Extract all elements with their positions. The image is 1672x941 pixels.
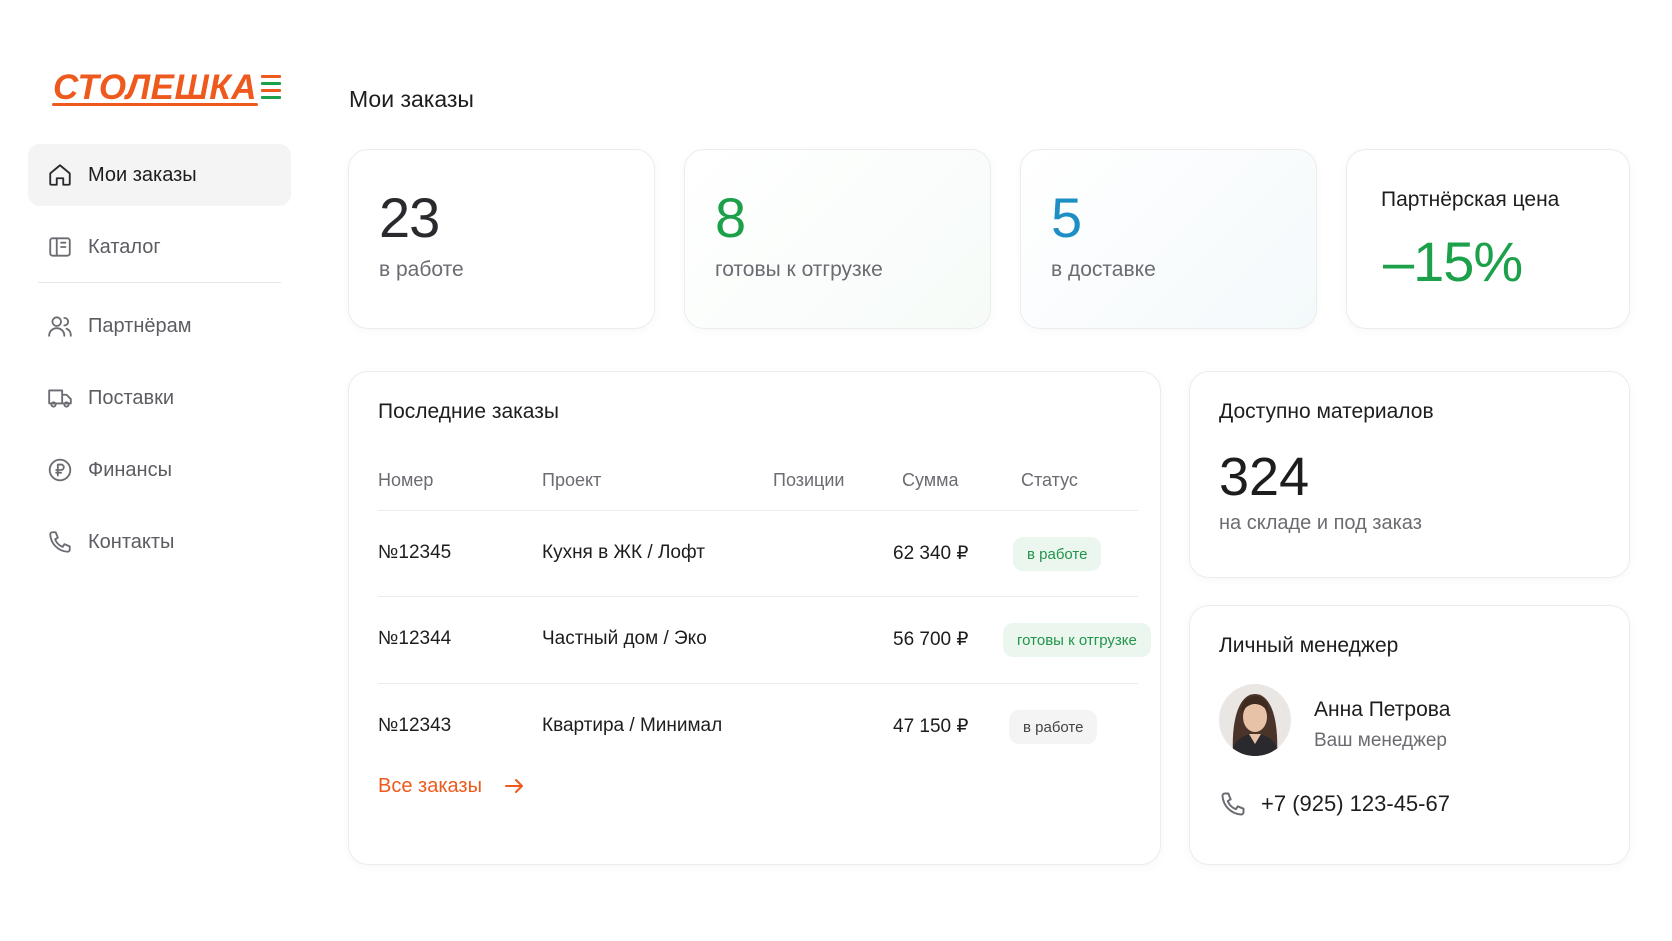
logo-bar — [261, 89, 282, 92]
recent-orders-title: Последние заказы — [378, 400, 559, 423]
sidebar-item-catalog[interactable]: Каталог — [28, 216, 291, 278]
sidebar-item-my-orders[interactable]: Мои заказы — [28, 144, 291, 206]
materials-title: Доступно материалов — [1219, 400, 1434, 423]
column-header-status: Статус — [1021, 470, 1078, 490]
stat-card-ready[interactable]: 8 готовы к отгрузке — [684, 149, 991, 329]
manager-role: Ваш менеджер — [1314, 730, 1447, 751]
manager-title: Личный менеджер — [1219, 634, 1399, 657]
manager-name: Анна Петрова — [1314, 698, 1451, 721]
sidebar-item-label: Финансы — [88, 458, 172, 481]
ruble-icon — [46, 456, 74, 484]
sidebar-item-partners[interactable]: Партнёрам — [28, 295, 291, 357]
manager-phone: +7 (925) 123-45-67 — [1261, 791, 1450, 816]
manager-phone-link[interactable]: +7 (925) 123-45-67 — [1219, 790, 1450, 818]
order-sum: 62 340 ₽ — [893, 543, 969, 564]
logo-bar — [261, 82, 282, 85]
order-project: Частный дом / Эко — [542, 628, 707, 649]
order-sum: 47 150 ₽ — [893, 716, 969, 737]
avatar — [1219, 684, 1291, 756]
order-number: №12344 — [378, 628, 452, 649]
stat-label: в доставке — [1051, 258, 1156, 281]
sidebar-item-label: Контакты — [88, 530, 175, 553]
stat-card-delivery[interactable]: 5 в доставке — [1020, 149, 1317, 329]
column-header-number: Номер — [378, 470, 434, 490]
status-badge: в работе — [1013, 537, 1102, 571]
status-badge: в работе — [1009, 710, 1098, 744]
logo-bars-icon — [261, 75, 282, 99]
phone-icon — [1221, 792, 1245, 816]
brand-name: СТОЛЕШКА — [53, 68, 258, 107]
order-project: Квартира / Минимал — [542, 715, 723, 736]
column-header-project: Проект — [542, 470, 602, 490]
order-project: Кухня в ЖК / Лофт — [542, 542, 705, 563]
recent-orders-card: Последние заказы Номер Проект Позиции Су… — [348, 371, 1161, 865]
partner-price-value: –15% — [1383, 230, 1523, 293]
manager-card: Личный менеджер Анна Петрова Ваш менедже… — [1189, 605, 1630, 865]
table-row[interactable]: №12344 Частный дом / Эко 56 700 ₽ готовы… — [349, 597, 1162, 683]
status-badge: готовы к отгрузке — [1003, 623, 1151, 657]
sidebar-item-finance[interactable]: Финансы — [28, 439, 291, 501]
stat-value: 5 — [1051, 186, 1082, 249]
partners-icon — [46, 312, 74, 340]
sidebar-item-contacts[interactable]: Контакты — [28, 511, 291, 573]
sidebar-item-label: Поставки — [88, 386, 175, 409]
materials-card[interactable]: Доступно материалов 324 на складе и под … — [1189, 371, 1630, 578]
column-header-positions: Позиции — [773, 470, 845, 490]
order-number: №12345 — [378, 542, 452, 563]
stat-label: в работе — [379, 258, 464, 281]
logo-underline — [52, 103, 258, 106]
sidebar-item-label: Мои заказы — [88, 163, 197, 186]
sidebar-nav: Мои заказы Каталог Партнёрам Поставки Фи… — [28, 144, 291, 573]
brand-logo[interactable]: СТОЛЕШКА — [53, 68, 282, 107]
partner-price-title: Партнёрская цена — [1381, 188, 1560, 211]
logo-bar — [261, 96, 282, 99]
stat-value: 8 — [715, 186, 746, 249]
arrow-right-icon — [504, 779, 523, 793]
table-row[interactable]: №12345 Кухня в ЖК / Лофт 62 340 ₽ в рабо… — [349, 511, 1162, 596]
home-icon — [46, 161, 74, 189]
catalog-icon — [46, 233, 74, 261]
truck-icon — [46, 384, 74, 412]
column-header-sum: Сумма — [902, 470, 959, 490]
logo-bar — [261, 75, 282, 78]
partner-price-card[interactable]: Партнёрская цена –15% — [1346, 149, 1630, 329]
order-sum: 56 700 ₽ — [893, 629, 969, 650]
sidebar-item-label: Партнёрам — [88, 314, 192, 337]
table-row[interactable]: №12343 Квартира / Минимал 47 150 ₽ в раб… — [349, 684, 1162, 770]
page-title: Мои заказы — [349, 86, 474, 112]
sidebar-divider — [38, 282, 281, 283]
all-orders-link[interactable]: Все заказы — [378, 774, 526, 798]
sidebar-item-supplies[interactable]: Поставки — [28, 367, 291, 429]
stat-card-in-progress[interactable]: 23 в работе — [348, 149, 655, 329]
sidebar-item-label: Каталог — [88, 235, 161, 258]
materials-value: 324 — [1219, 447, 1310, 507]
stat-value: 23 — [379, 186, 440, 249]
materials-label: на складе и под заказ — [1219, 512, 1422, 534]
stat-label: готовы к отгрузке — [715, 258, 883, 281]
order-number: №12343 — [378, 715, 452, 736]
phone-icon — [46, 528, 74, 556]
all-orders-label: Все заказы — [378, 774, 482, 797]
